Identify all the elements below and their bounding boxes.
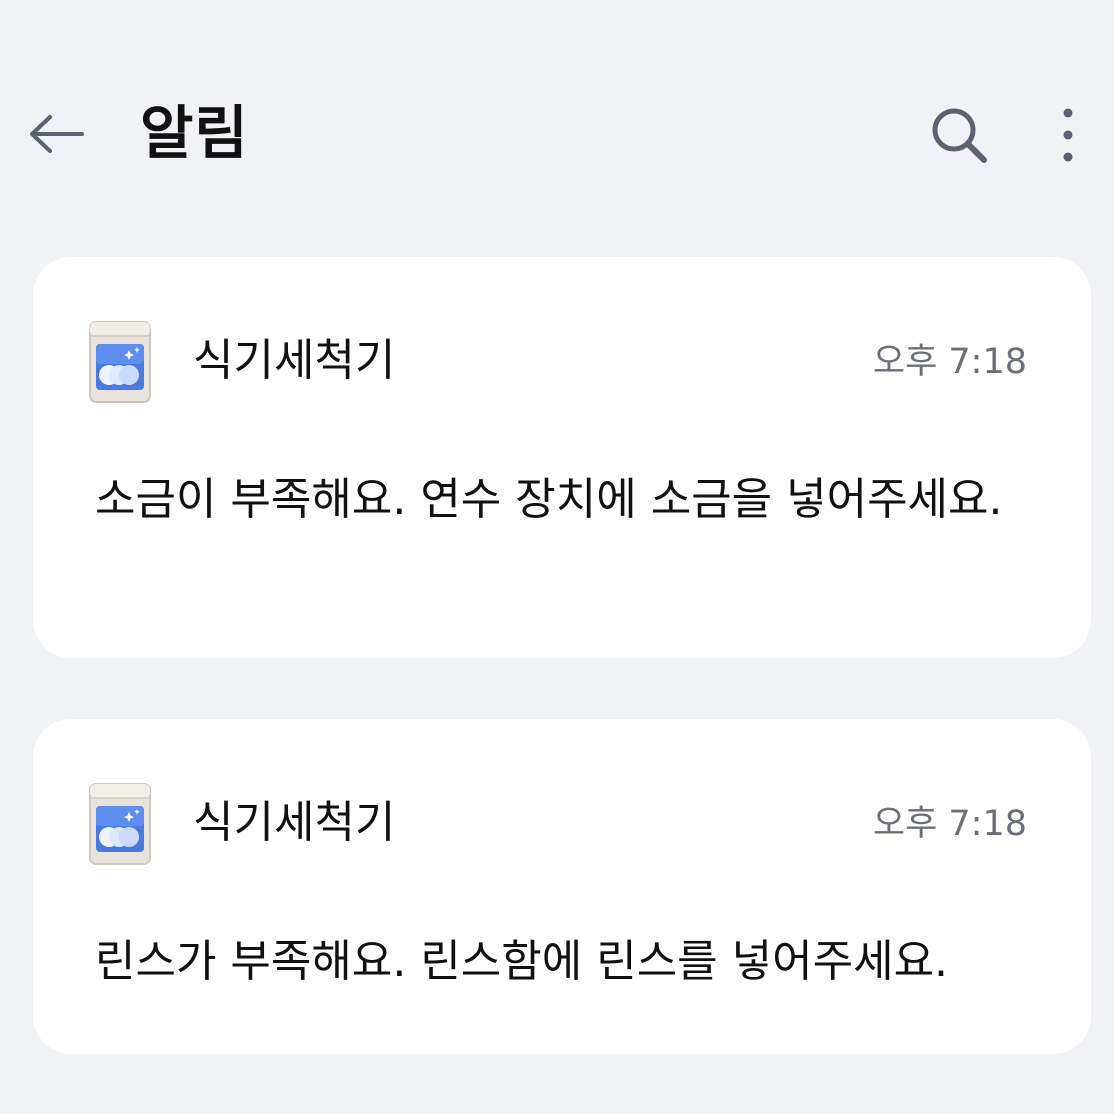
notification-card[interactable]: 식기세척기 오후 7:18 린스가 부족해요. 린스함에 린스를 넣어주세요. — [33, 719, 1091, 1054]
notification-message: 린스가 부족해요. 린스함에 린스를 넣어주세요. — [95, 936, 949, 987]
more-vertical-icon — [1063, 108, 1073, 162]
dishwasher-icon — [89, 321, 151, 403]
app-name: 식기세척기 — [193, 335, 396, 386]
back-button[interactable] — [22, 104, 92, 164]
notification-card[interactable]: 식기세척기 오후 7:18 소금이 부족해요. 연수 장치에 소금을 넣어주세요… — [33, 257, 1091, 658]
page-title: 알림 — [140, 99, 249, 167]
search-button[interactable] — [922, 98, 996, 172]
notification-time: 오후 7:18 — [872, 804, 1027, 844]
more-options-button[interactable] — [1040, 98, 1096, 172]
notification-time: 오후 7:18 — [872, 342, 1027, 382]
app-name: 식기세척기 — [193, 797, 396, 848]
dishwasher-icon — [89, 783, 151, 865]
notifications-screen: 알림 식기세척기 오후 7:18 소금이 부족해요. 연수 장치에 소금을 넣어… — [0, 0, 1114, 1114]
app-bar: 알림 — [0, 80, 1114, 190]
search-icon — [932, 108, 987, 163]
arrow-left-icon — [30, 115, 84, 153]
notification-message: 소금이 부족해요. 연수 장치에 소금을 넣어주세요. — [95, 474, 1003, 525]
